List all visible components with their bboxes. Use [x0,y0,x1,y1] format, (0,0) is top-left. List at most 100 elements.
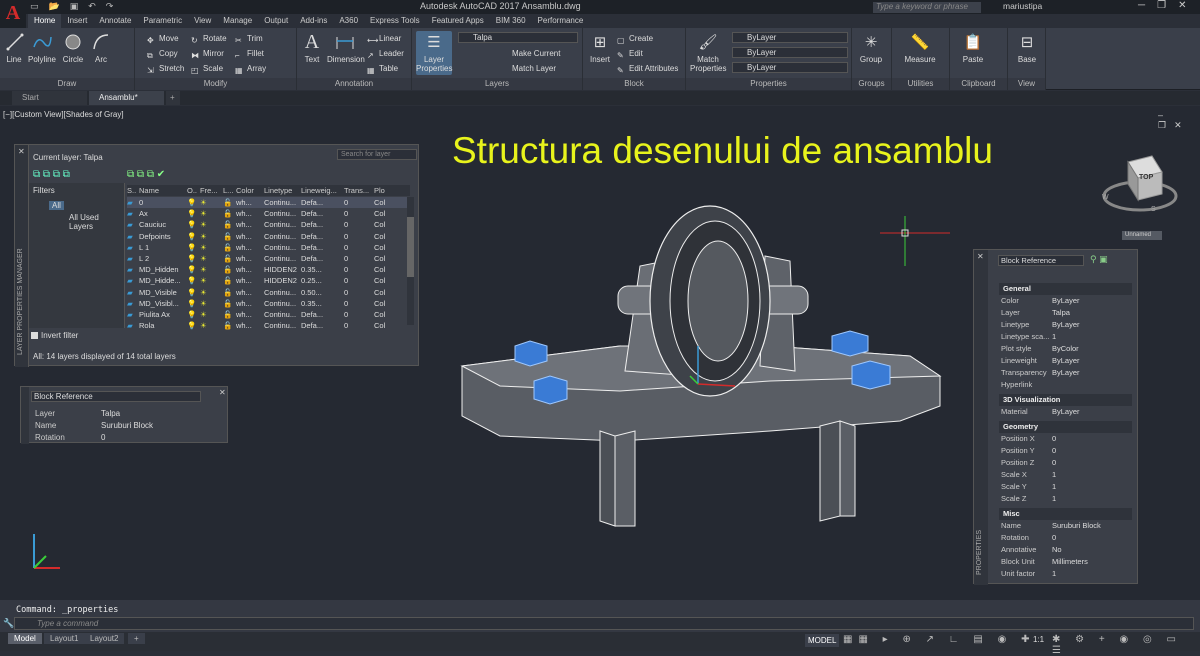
property-row[interactable]: Color ByLayer [1001,295,1131,307]
on-icon[interactable]: 💡 [187,208,200,219]
viewport-controls[interactable]: –❐✕ [1158,110,1200,131]
property-value[interactable]: ByLayer [1052,355,1080,367]
status-icon[interactable]: ▰ [127,320,139,331]
ribbon-tab-manage[interactable]: Manage [217,14,258,28]
layer-row[interactable]: ▰ Ax 💡 ☀ 🔓 wh... Continu... Defa... 0 Col [127,208,410,219]
property-section-general[interactable]: General [999,283,1132,295]
property-value[interactable]: Suruburi Block [1052,520,1101,532]
property-row[interactable]: Name Suruburi Block [1001,520,1131,532]
redo-icon[interactable]: ↷ [106,1,114,12]
table-button[interactable]: ▦ Table [367,62,398,75]
save-icon[interactable]: ▣ [70,1,79,12]
on-icon[interactable]: 💡 [187,320,200,331]
fillet-button[interactable]: ⌐ Fillet [235,47,264,60]
lock-icon[interactable]: 🔓 [223,320,236,331]
quick-prop-value[interactable]: Suruburi Block [101,421,153,430]
layer-row[interactable]: ▰ Piulita Ax 💡 ☀ 🔓 wh... Continu... Defa... 0 Col [127,309,410,320]
close-icon[interactable]: ✕ [1178,0,1186,11]
lock-icon[interactable]: 🔓 [223,219,236,230]
base-button[interactable]: ⊟ Base [1014,31,1040,65]
named-view-dropdown[interactable]: Unnamed [1122,231,1162,240]
invert-filter-checkbox[interactable]: Invert filter [31,331,78,340]
user-name[interactable]: mariustipa [1003,1,1042,11]
ribbon-tab-insert[interactable]: Insert [61,14,93,28]
undo-icon[interactable]: ↶ [88,1,96,12]
on-icon[interactable]: 💡 [187,298,200,309]
layer-row[interactable]: ▰ MD_Hidde... 💡 ☀ 🔓 wh... HIDDEN2 0.25... 0 Col [127,275,410,286]
ribbon-tab-home[interactable]: Home [28,14,62,28]
property-value[interactable]: 1 [1052,469,1056,481]
on-icon[interactable]: 💡 [187,219,200,230]
bolt-3[interactable] [831,330,869,357]
property-section-viz[interactable]: 3D Visualization [999,394,1132,406]
dimension-button[interactable]: Dimension [327,31,365,64]
property-row[interactable]: Linetype ByLayer [1001,319,1131,331]
property-row[interactable]: Plot style ByColor [1001,343,1131,355]
ribbon-tab-parametric[interactable]: Parametric [137,14,188,28]
lock-icon[interactable]: 🔓 [223,287,236,298]
group-button[interactable]: ✳ Group [856,31,886,65]
status-icon[interactable]: ▰ [127,309,139,320]
object-type-dropdown[interactable]: Block Reference [998,255,1084,266]
property-value[interactable]: ByColor [1052,343,1079,355]
insert-button[interactable]: ⊞ Insert [588,31,612,65]
property-value[interactable]: Talpa [1052,307,1070,319]
layer-row[interactable]: ▰ Rola 💡 ☀ 🔓 wh... Continu... Defa... 0 Col [127,320,410,331]
ribbon-tab-performance[interactable]: Performance [532,14,590,28]
layer-column-header[interactable]: Fre... [200,185,223,196]
scale-button[interactable]: ◰ Scale [191,62,223,75]
open-icon[interactable]: 📂 [49,1,60,12]
edit-attributes-button[interactable]: ✎ Edit Attributes [617,62,678,75]
lock-icon[interactable]: 🔓 [223,242,236,253]
rotate-button[interactable]: ↻ Rotate [191,32,227,45]
on-icon[interactable]: 💡 [187,253,200,264]
view-cube-south[interactable]: S [1151,206,1156,213]
tab-layout1[interactable]: Layout1 [44,633,85,644]
property-row[interactable]: Unit factor 1 [1001,568,1131,580]
tab-start[interactable]: Start [12,91,87,105]
layer-column-header[interactable]: S.. [127,185,139,196]
search-input[interactable]: Type a keyword or phrase [873,2,981,13]
property-section-misc[interactable]: Misc [999,508,1132,520]
properties-side-bar[interactable]: ✕ PROPERTIES [974,250,988,585]
quick-prop-value[interactable]: 0 [101,433,105,442]
layers-group-label[interactable]: Layers [412,78,582,90]
minimize-icon[interactable]: ─ [1138,0,1145,11]
quick-select-icon[interactable]: ⚲ ▣ [1090,254,1108,265]
ribbon-tab-a360[interactable]: A360 [333,14,364,28]
bolt-2[interactable] [533,375,568,405]
status-icon[interactable]: ▰ [127,264,139,275]
clipboard-group-label[interactable]: Clipboard [950,78,1007,90]
freeze-icon[interactable]: ☀ [200,320,223,331]
property-row[interactable]: Hyperlink [1001,379,1131,391]
bolt-1[interactable] [514,340,548,367]
layer-column-header[interactable]: Lineweig... [301,185,344,196]
layer-row[interactable]: ▰ L 2 💡 ☀ 🔓 wh... Continu... Defa... 0 Col [127,253,410,264]
view-cube-top[interactable]: TOP [1139,174,1153,181]
modify-group-label[interactable]: Modify [135,78,296,90]
property-row[interactable]: Position Z 0 [1001,457,1131,469]
view-cube-west[interactable]: W [1102,194,1109,201]
filter-all[interactable]: All [49,201,64,210]
annotation-scale[interactable]: 1:1 [1033,635,1044,644]
property-value[interactable]: ByLayer [1052,319,1080,331]
layer-column-header[interactable]: Color [236,185,264,196]
lock-icon[interactable]: 🔓 [223,309,236,320]
ribbon-tab-add-ins[interactable]: Add-ins [294,14,333,28]
polyline-button[interactable]: Polyline [27,31,57,64]
property-row[interactable]: Position X 0 [1001,433,1131,445]
view-cube[interactable]: TOP W S [1100,154,1180,224]
property-row[interactable]: Rotation 0 [1001,532,1131,544]
on-icon[interactable]: 💡 [187,287,200,298]
freeze-icon[interactable]: ☀ [200,253,223,264]
on-icon[interactable]: 💡 [187,275,200,286]
status-tools[interactable]: ✱ ⚙ + ◉ ◎ ▭ ☰ [1052,634,1200,656]
app-logo[interactable]: A [0,0,26,28]
property-value[interactable]: Millimeters [1052,556,1088,568]
layer-row[interactable]: ▰ L 1 💡 ☀ 🔓 wh... Continu... Defa... 0 Col [127,242,410,253]
property-value[interactable]: 1 [1052,493,1056,505]
arc-button[interactable]: Arc [90,31,112,64]
new-tab-button[interactable]: + [166,91,180,105]
tab-model[interactable]: Model [8,633,42,644]
filter-used-layers[interactable]: All Used Layers [69,213,124,231]
